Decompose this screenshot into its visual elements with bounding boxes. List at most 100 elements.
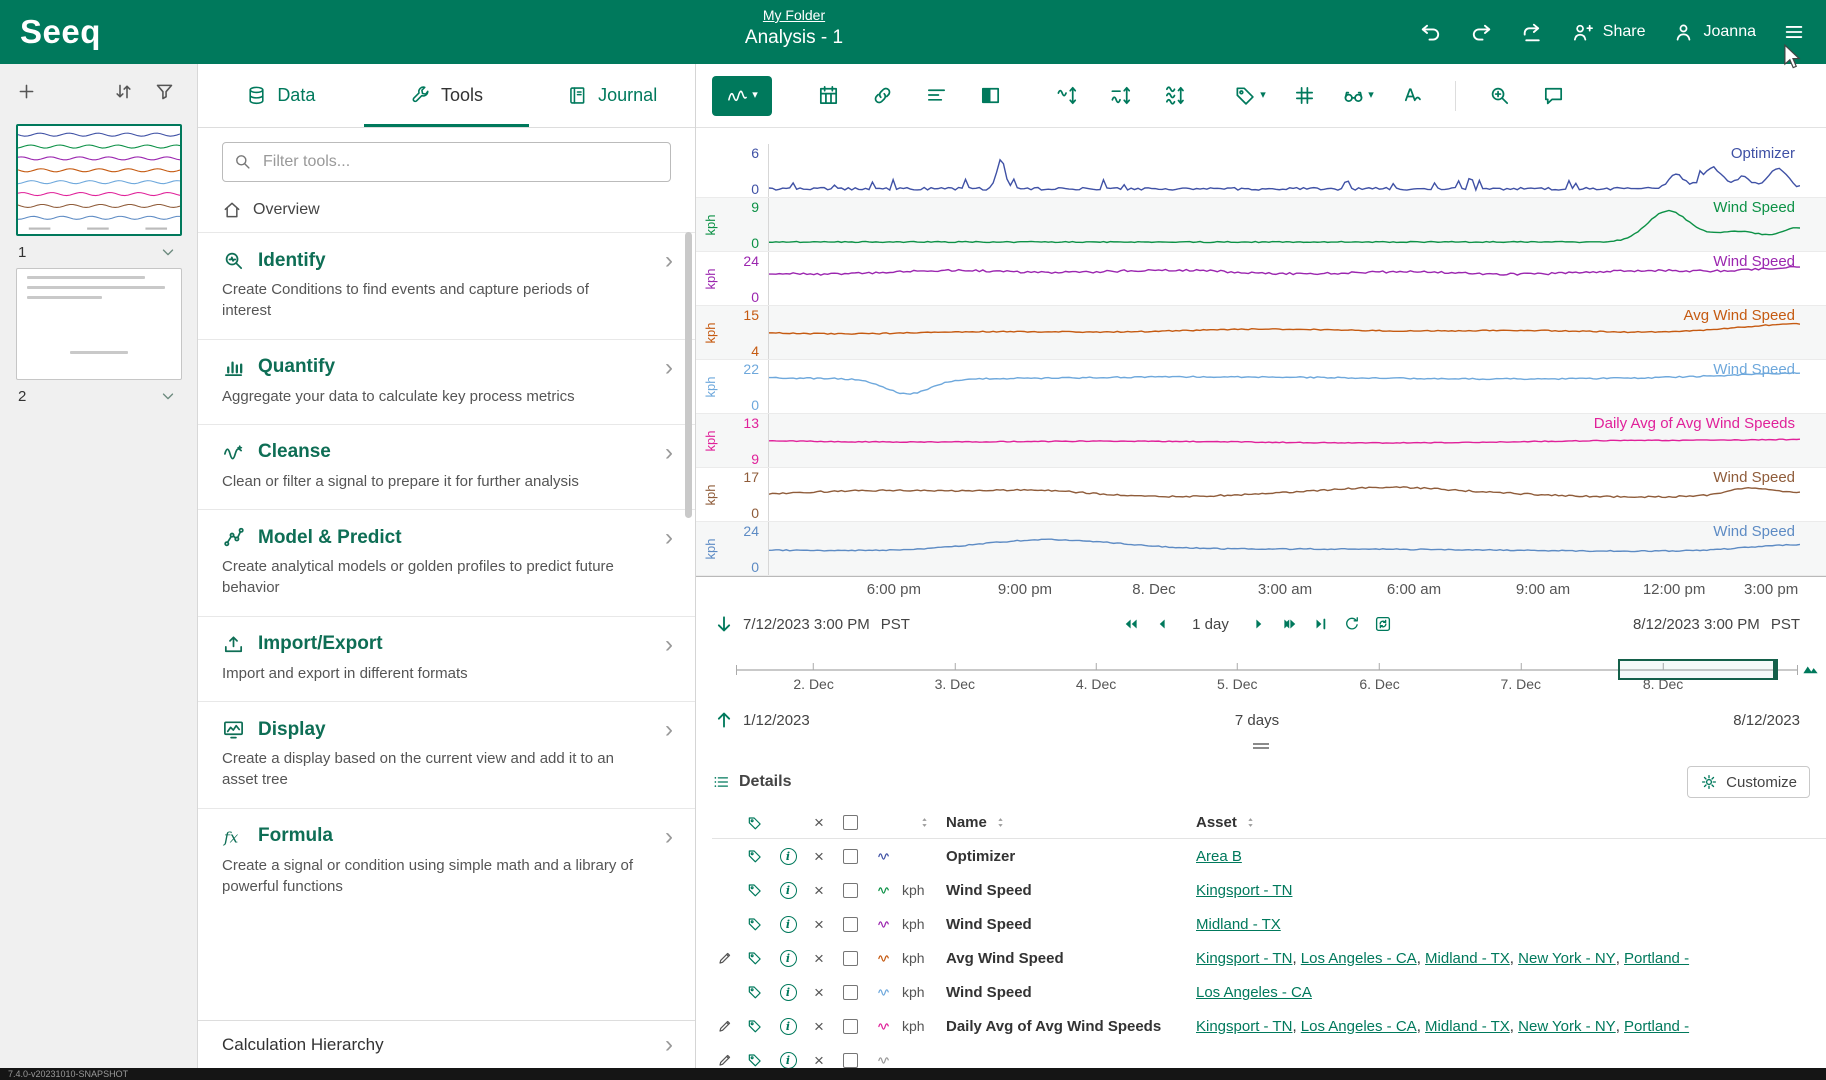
overview-selection[interactable] xyxy=(1618,659,1779,680)
tab-journal[interactable]: Journal xyxy=(529,64,695,127)
one-y-axis-button[interactable] xyxy=(1100,76,1140,116)
capsule-time-button[interactable]: ▾ xyxy=(1338,76,1378,116)
gridlines-button[interactable] xyxy=(1284,76,1324,116)
asset-link[interactable]: Kingsport - TN xyxy=(1196,950,1292,967)
panel-resize-handle[interactable] xyxy=(1253,743,1269,749)
remove-all-icon[interactable]: × xyxy=(814,814,824,831)
remove-icon[interactable]: × xyxy=(814,882,824,899)
asset-link[interactable]: Portland - xyxy=(1624,1018,1689,1035)
lane-y-axis[interactable]: kph90 xyxy=(696,198,768,251)
display-range-start[interactable]: 7/12/2023 3:00 PM xyxy=(743,616,870,633)
select-all-checkbox[interactable] xyxy=(843,815,858,830)
worksheet-thumbnail-2[interactable] xyxy=(16,268,182,380)
asset-link[interactable]: Los Angeles - CA xyxy=(1301,950,1417,967)
step-to-now-icon[interactable] xyxy=(1312,615,1330,633)
info-icon[interactable]: i xyxy=(780,984,797,1001)
lane-plot[interactable]: Wind Speed xyxy=(768,252,1800,305)
lane-label[interactable]: Wind Speed xyxy=(1713,361,1795,378)
sort-worksheets-icon[interactable] xyxy=(113,81,134,102)
asset-link[interactable]: Kingsport - TN xyxy=(1196,882,1292,899)
row-checkbox[interactable] xyxy=(843,849,858,864)
tag-icon[interactable] xyxy=(747,950,763,966)
asset-link[interactable]: Midland - TX xyxy=(1425,950,1510,967)
lane-y-axis[interactable]: kph154 xyxy=(696,306,768,359)
table-view-button[interactable] xyxy=(808,76,848,116)
breadcrumb-my-folder[interactable]: My Folder xyxy=(745,7,843,23)
compare-view-button[interactable] xyxy=(970,76,1010,116)
tool-item-cleanse[interactable]: CleanseClean or filter a signal to prepa… xyxy=(198,424,695,509)
trend-lane-6[interactable]: kph139Daily Avg of Avg Wind Speeds xyxy=(696,414,1826,468)
share-button[interactable]: Share xyxy=(1571,21,1646,44)
asset-link[interactable]: Los Angeles - CA xyxy=(1196,984,1312,1001)
redo-icon[interactable] xyxy=(1469,20,1494,45)
tool-item-quantify[interactable]: QuantifyAggregate your data to calculate… xyxy=(198,339,695,424)
expand-investigate-icon[interactable] xyxy=(714,710,734,730)
info-icon[interactable]: i xyxy=(780,950,797,967)
remove-icon[interactable]: × xyxy=(814,984,824,1001)
asset-link[interactable]: Kingsport - TN xyxy=(1196,1018,1292,1035)
step-forward-half-icon[interactable] xyxy=(1250,615,1268,633)
trend-lane-3[interactable]: kph240 Wind Speed xyxy=(696,252,1826,306)
asset-link[interactable]: Midland - TX xyxy=(1196,916,1281,933)
signal-icon[interactable] xyxy=(875,917,894,932)
lane-plot[interactable]: Wind Speed xyxy=(768,360,1800,413)
tool-item-identify[interactable]: IdentifyCreate Conditions to find events… xyxy=(198,232,695,339)
lane-y-axis[interactable]: kph139 xyxy=(696,414,768,467)
refresh-icon[interactable] xyxy=(1343,615,1361,633)
info-icon[interactable]: i xyxy=(780,882,797,899)
info-icon[interactable]: i xyxy=(780,916,797,933)
labels-dropdown-button[interactable]: ▾ xyxy=(1230,76,1270,116)
pencil-icon[interactable] xyxy=(717,950,733,966)
lane-y-axis[interactable]: kph240 xyxy=(696,252,768,305)
investigate-start[interactable]: 1/12/2023 xyxy=(743,712,810,729)
remove-icon[interactable]: × xyxy=(814,1018,824,1035)
tab-tools[interactable]: Tools xyxy=(364,64,530,127)
calculation-hierarchy-item[interactable]: Calculation Hierarchy › xyxy=(198,1020,695,1068)
asset-link[interactable]: Area B xyxy=(1196,848,1242,865)
remove-icon[interactable]: × xyxy=(814,950,824,967)
trend-view-button[interactable]: ▾ xyxy=(712,76,772,116)
trend-lane-1[interactable]: 60Optimizer xyxy=(696,144,1826,198)
expand-range-start-icon[interactable] xyxy=(714,614,734,634)
lane-plot[interactable]: Wind Speed xyxy=(768,522,1800,575)
pencil-icon[interactable] xyxy=(717,1018,733,1034)
display-range-end[interactable]: 8/12/2023 3:00 PM xyxy=(1633,616,1760,633)
lane-y-axis[interactable]: 60 xyxy=(696,144,768,197)
lane-label[interactable]: Wind Speed xyxy=(1713,199,1795,216)
worksheet-thumbnail-1[interactable] xyxy=(16,124,182,236)
custom-layout-button[interactable] xyxy=(1154,76,1194,116)
tag-column-icon[interactable] xyxy=(747,815,763,831)
signal-icon[interactable] xyxy=(875,849,894,864)
trend-lane-7[interactable]: kph170Wind Speed xyxy=(696,468,1826,522)
lane-plot[interactable]: Wind Speed xyxy=(768,198,1800,251)
lane-label[interactable]: Wind Speed xyxy=(1713,253,1795,270)
lane-label[interactable]: Wind Speed xyxy=(1713,469,1795,486)
row-checkbox[interactable] xyxy=(843,985,858,1000)
info-icon[interactable]: i xyxy=(780,848,797,865)
row-checkbox[interactable] xyxy=(843,917,858,932)
asset-link[interactable]: Los Angeles - CA xyxy=(1301,1018,1417,1035)
tag-icon[interactable] xyxy=(747,1018,763,1034)
pencil-icon[interactable] xyxy=(717,1052,733,1068)
signal-icon[interactable] xyxy=(875,1053,894,1068)
lane-y-axis[interactable]: kph240 xyxy=(696,522,768,575)
dimming-button[interactable] xyxy=(916,76,956,116)
tab-data[interactable]: Data xyxy=(198,64,364,127)
row-checkbox[interactable] xyxy=(843,951,858,966)
sort-by-type-icon[interactable] xyxy=(918,816,931,829)
display-range-duration[interactable]: 1 day xyxy=(1192,616,1229,633)
tool-item-overview[interactable]: Overview xyxy=(198,188,695,232)
tag-icon[interactable] xyxy=(747,1052,763,1068)
tool-item-model-predict[interactable]: Model & PredictCreate analytical models … xyxy=(198,509,695,616)
row-checkbox[interactable] xyxy=(843,883,858,898)
signal-icon[interactable] xyxy=(875,1019,894,1034)
investigate-end[interactable]: 8/12/2023 xyxy=(1733,712,1800,729)
lane-plot[interactable]: Optimizer xyxy=(768,144,1800,197)
lane-label[interactable]: Avg Wind Speed xyxy=(1684,307,1795,324)
forward-icon[interactable] xyxy=(1520,20,1545,45)
tools-scrollbar[interactable] xyxy=(685,232,692,518)
worksheet-2-menu-chevron-icon[interactable] xyxy=(159,387,177,405)
tool-item-display[interactable]: DisplayCreate a display based on the cur… xyxy=(198,701,695,808)
customize-button[interactable]: Customize xyxy=(1687,766,1810,798)
signal-icon[interactable] xyxy=(875,951,894,966)
